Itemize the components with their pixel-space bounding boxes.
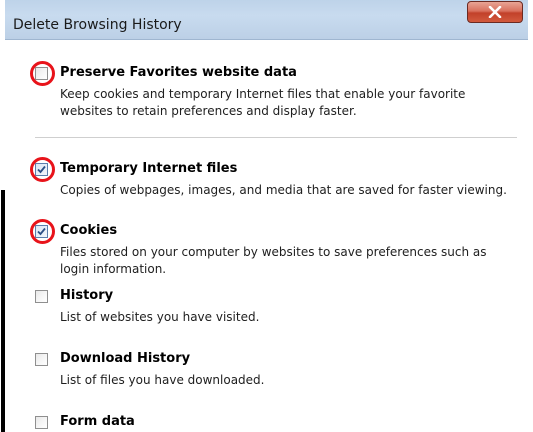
delete-browsing-history-dialog: Delete Browsing History Preserve Favorit… xyxy=(5,0,528,432)
temporary-internet-files-description: Copies of webpages, images, and media th… xyxy=(60,183,507,197)
cookies-description: Files stored on your computer by website… xyxy=(60,245,487,276)
checkmark-icon xyxy=(37,227,46,236)
preserve-favorites-label: Preserve Favorites website data xyxy=(60,65,297,80)
history-label: History xyxy=(60,288,114,303)
download-history-label: Download History xyxy=(60,351,191,366)
dialog-body: Preserve Favorites website data Keep coo… xyxy=(9,40,524,432)
history-description: List of websites you have visited. xyxy=(60,310,260,324)
cookies-checkbox[interactable] xyxy=(35,225,48,238)
preserve-favorites-description: Keep cookies and temporary Internet file… xyxy=(60,87,466,118)
temporary-internet-files-label: Temporary Internet files xyxy=(60,161,238,176)
close-button[interactable] xyxy=(467,1,523,23)
checkmark-icon xyxy=(37,165,46,174)
title-bar[interactable]: Delete Browsing History xyxy=(5,0,528,40)
temporary-internet-files-checkbox[interactable] xyxy=(35,163,48,176)
close-icon xyxy=(488,6,502,18)
screen: Delete Browsing History Preserve Favorit… xyxy=(0,0,533,432)
preserve-favorites-checkbox[interactable] xyxy=(35,67,48,80)
download-history-checkbox[interactable] xyxy=(35,353,48,366)
options-separator xyxy=(35,137,517,138)
window-title: Delete Browsing History xyxy=(13,17,182,33)
form-data-checkbox[interactable] xyxy=(35,416,48,429)
download-history-description: List of files you have downloaded. xyxy=(60,373,265,387)
history-checkbox[interactable] xyxy=(35,290,48,303)
form-data-label: Form data xyxy=(60,414,135,429)
cookies-label: Cookies xyxy=(60,223,118,238)
